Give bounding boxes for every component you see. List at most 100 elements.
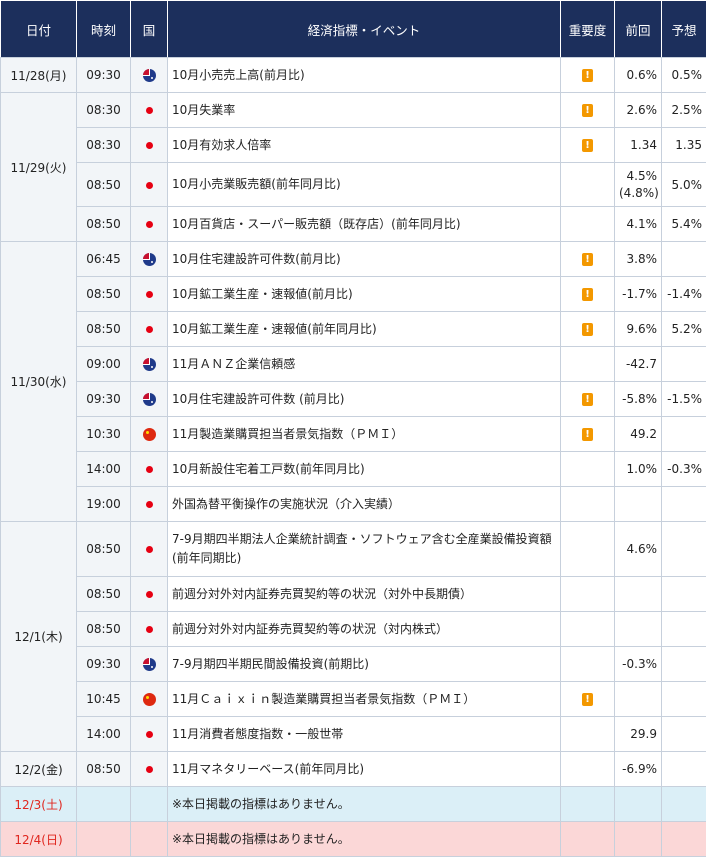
country-cell	[131, 487, 168, 522]
country-cell	[131, 717, 168, 752]
previous-value: -1.7%	[615, 277, 662, 312]
forecast-value	[662, 487, 706, 522]
country-cell	[131, 277, 168, 312]
time-cell: 14:00	[77, 452, 131, 487]
date-cell: 12/4(日)	[1, 822, 77, 857]
event-name: ※本日掲載の指標はありません。	[168, 822, 561, 857]
forecast-value	[662, 717, 706, 752]
time-cell: 19:00	[77, 487, 131, 522]
exclamation-icon: !	[582, 323, 593, 336]
forecast-value: -1.4%	[662, 277, 706, 312]
importance-cell: !	[561, 417, 615, 452]
time-cell: 14:00	[77, 717, 131, 752]
table-row: 08:50 前週分対外対内証券売買契約等の状況（対内株式）	[1, 612, 706, 647]
event-name: 11月Ｃａｉｘｉｎ製造業購買担当者景気指数（ＰＭＩ）	[168, 682, 561, 717]
header-date: 日付	[1, 1, 77, 58]
date-cell: 12/1(木)	[1, 522, 77, 752]
event-name: 10月住宅建設許可件数(前月比)	[168, 242, 561, 277]
event-name: ※本日掲載の指標はありません。	[168, 787, 561, 822]
forecast-value	[662, 787, 706, 822]
previous-value: 1.0%	[615, 452, 662, 487]
event-name: 11月ＡＮＺ企業信頼感	[168, 347, 561, 382]
country-cell	[131, 347, 168, 382]
time-cell: 09:30	[77, 58, 131, 93]
importance-cell: !	[561, 93, 615, 128]
previous-value: 4.5%(4.8%)	[615, 163, 662, 207]
event-name: 11月マネタリーベース(前年同月比)	[168, 752, 561, 787]
previous-value: 4.1%	[615, 207, 662, 242]
forecast-value: 5.2%	[662, 312, 706, 347]
table-row: 19:00外国為替平衡操作の実施状況（介入実績）	[1, 487, 706, 522]
china-flag-icon	[143, 428, 156, 441]
australia-flag-icon	[143, 658, 156, 671]
time-cell: 08:50	[77, 612, 131, 647]
importance-cell	[561, 717, 615, 752]
previous-value: 4.6%	[615, 522, 662, 577]
exclamation-icon: !	[582, 139, 593, 152]
previous-value: 49.2	[615, 417, 662, 452]
date-cell: 11/28(月)	[1, 58, 77, 93]
event-name: 前週分対外対内証券売買契約等の状況（対外中長期債）	[168, 577, 561, 612]
time-cell: 08:50	[77, 312, 131, 347]
time-cell: 08:50	[77, 752, 131, 787]
time-cell: 08:50	[77, 277, 131, 312]
event-name: 10月小売業販売額(前年同月比)	[168, 163, 561, 207]
time-cell: 08:30	[77, 128, 131, 163]
importance-cell	[561, 577, 615, 612]
importance-cell	[561, 163, 615, 207]
country-cell	[131, 128, 168, 163]
header-forecast: 予想	[662, 1, 706, 58]
forecast-value	[662, 822, 706, 857]
previous-value	[615, 577, 662, 612]
table-row: 14:0010月新設住宅着工戸数(前年同月比)1.0%-0.3%	[1, 452, 706, 487]
importance-cell	[561, 487, 615, 522]
importance-cell	[561, 522, 615, 577]
japan-flag-icon	[146, 107, 153, 114]
header-row: 日付 時刻 国 経済指標・イベント 重要度 前回 予想	[1, 1, 706, 58]
time-cell: 08:50	[77, 207, 131, 242]
table-row: 08:5010月小売業販売額(前年同月比)4.5%(4.8%)5.0%	[1, 163, 706, 207]
country-cell	[131, 163, 168, 207]
country-cell	[131, 312, 168, 347]
japan-flag-icon	[146, 142, 153, 149]
china-flag-icon	[143, 693, 156, 706]
importance-cell: !	[561, 128, 615, 163]
previous-value: 29.9	[615, 717, 662, 752]
country-cell	[131, 647, 168, 682]
forecast-value	[662, 242, 706, 277]
country-cell	[131, 93, 168, 128]
exclamation-icon: !	[582, 253, 593, 266]
country-cell	[131, 382, 168, 417]
importance-cell: !	[561, 382, 615, 417]
time-cell: 06:45	[77, 242, 131, 277]
country-cell	[131, 522, 168, 577]
forecast-value: 2.5%	[662, 93, 706, 128]
table-row: 10:3011月製造業購買担当者景気指数（ＰＭＩ）!49.2	[1, 417, 706, 452]
table-row: 12/4(日) ※本日掲載の指標はありません。	[1, 822, 706, 857]
previous-value	[615, 487, 662, 522]
header-importance: 重要度	[561, 1, 615, 58]
importance-cell	[561, 787, 615, 822]
japan-flag-icon	[146, 766, 153, 773]
table-row: 08:5010月鉱工業生産・速報値(前年同月比)!9.6%5.2%	[1, 312, 706, 347]
event-name: 7-9月期四半期民間設備投資(前期比)	[168, 647, 561, 682]
forecast-value: 1.35	[662, 128, 706, 163]
event-name: 10月失業率	[168, 93, 561, 128]
previous-value: 0.6%	[615, 58, 662, 93]
importance-cell: !	[561, 312, 615, 347]
time-cell: 10:45	[77, 682, 131, 717]
table-row: 08:3010月有効求人倍率!1.341.35	[1, 128, 706, 163]
header-previous: 前回	[615, 1, 662, 58]
country-cell	[131, 682, 168, 717]
previous-value: -6.9%	[615, 752, 662, 787]
japan-flag-icon	[146, 626, 153, 633]
event-name: 前週分対外対内証券売買契約等の状況（対内株式）	[168, 612, 561, 647]
country-cell	[131, 612, 168, 647]
table-row: 09:0011月ＡＮＺ企業信頼感-42.7	[1, 347, 706, 382]
previous-value-revised: (4.8%)	[619, 185, 657, 202]
time-cell: 08:50	[77, 163, 131, 207]
importance-cell	[561, 752, 615, 787]
forecast-value	[662, 612, 706, 647]
forecast-value	[662, 347, 706, 382]
previous-value: -5.8%	[615, 382, 662, 417]
